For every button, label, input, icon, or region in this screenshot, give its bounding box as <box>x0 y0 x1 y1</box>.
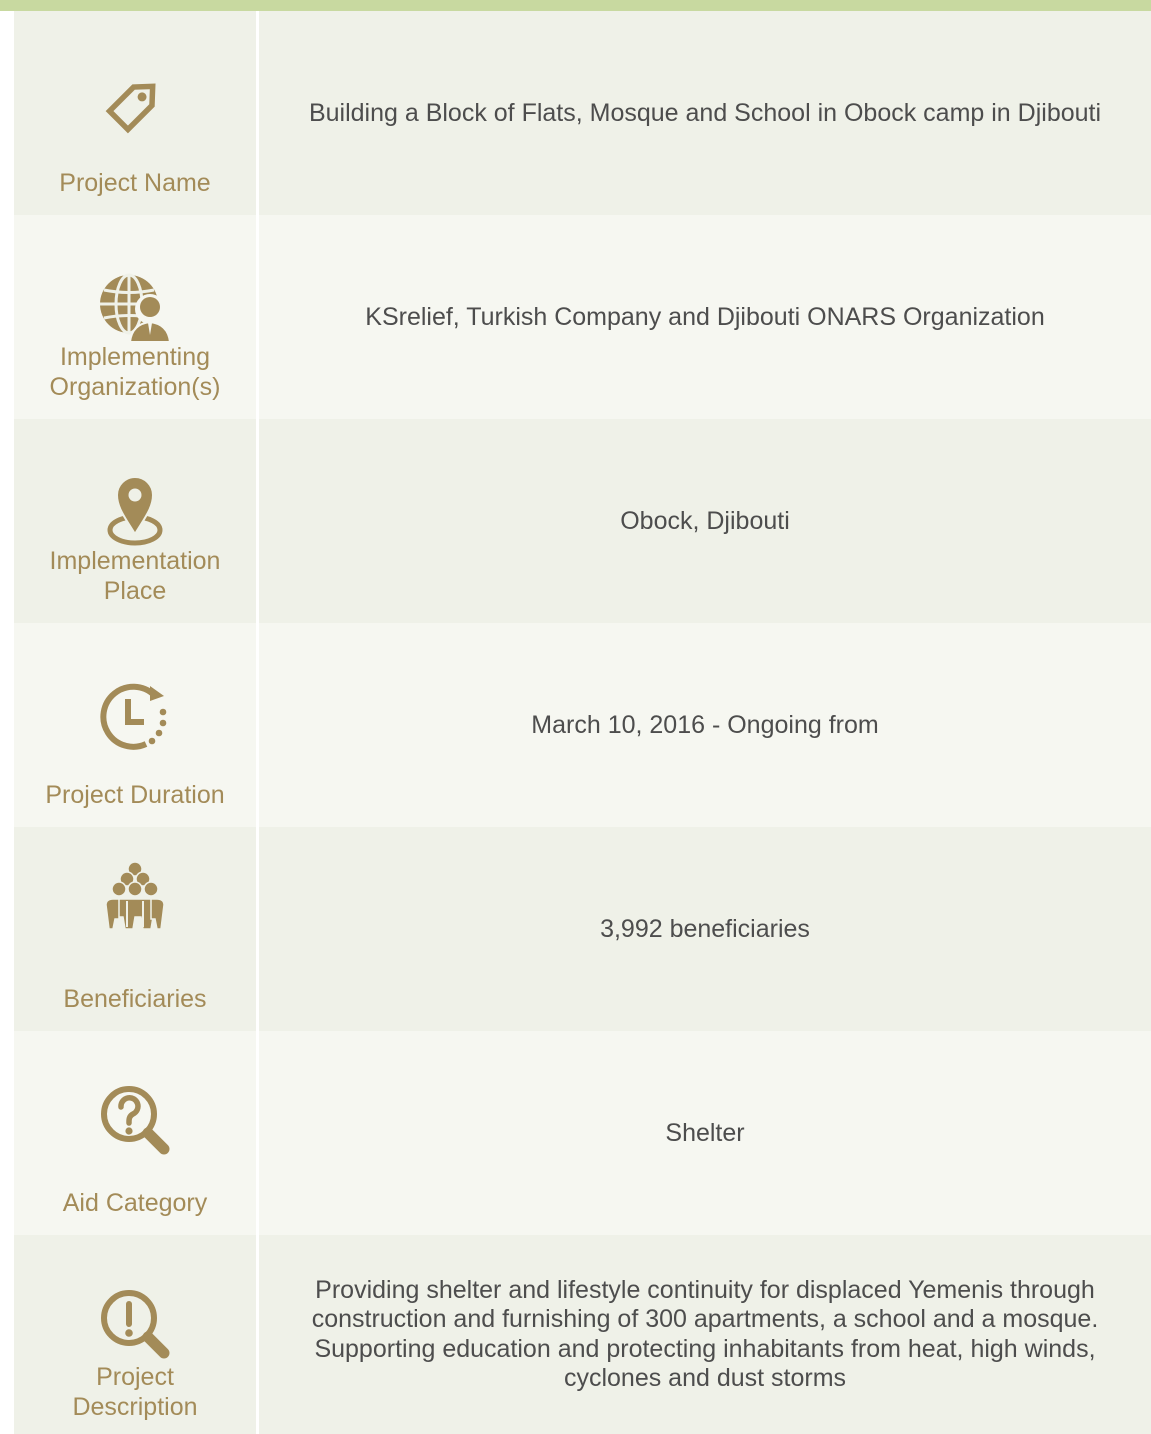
row-value: Building a Block of Flats, Mosque and Sc… <box>308 98 1102 127</box>
row-label: Project Duration <box>45 781 225 809</box>
row-value: KSrelief, Turkish Company and Djibouti O… <box>365 302 1045 331</box>
table-row-implementing-organizations: Implementing Organization(s) KSrelief, T… <box>14 215 1151 419</box>
row-label: Implementation Place <box>49 547 221 605</box>
top-accent-bar <box>0 0 1151 11</box>
label-cell: Project Description <box>14 1235 259 1434</box>
globe-person-icon <box>98 273 172 343</box>
row-value: Obock, Djibouti <box>620 506 790 535</box>
row-value: Shelter <box>665 1118 745 1147</box>
exclamation-magnifier-icon <box>98 1287 172 1361</box>
question-magnifier-icon <box>98 1083 172 1157</box>
map-pin-icon <box>105 473 165 547</box>
tag-icon <box>98 67 172 141</box>
row-label: Implementing Organization(s) <box>49 343 221 401</box>
label-cell: Implementing Organization(s) <box>14 215 259 419</box>
clock-icon <box>98 679 172 753</box>
table-row-project-duration: Project Duration March 10, 2016 - Ongoin… <box>14 623 1151 827</box>
label-cell: Beneficiaries <box>14 827 259 1031</box>
table-row-beneficiaries: Beneficiaries 3,992 beneficiaries <box>14 827 1151 1031</box>
label-cell: Aid Category <box>14 1031 259 1235</box>
table-row-project-name: Project Name Building a Block of Flats, … <box>14 11 1151 215</box>
table-row-project-description: Project Description Providing shelter an… <box>14 1235 1151 1434</box>
row-value: March 10, 2016 - Ongoing from <box>531 710 879 739</box>
table-row-implementation-place: Implementation Place Obock, Djibouti <box>14 419 1151 623</box>
row-label: Beneficiaries <box>63 985 207 1013</box>
row-label: Aid Category <box>62 1189 208 1217</box>
row-value: 3,992 beneficiaries <box>600 914 810 943</box>
label-cell: Project Name <box>14 11 259 215</box>
row-label: Project Name <box>59 169 211 197</box>
people-group-icon <box>105 861 165 933</box>
row-label: Project Description <box>72 1363 198 1421</box>
label-cell: Project Duration <box>14 623 259 827</box>
table-row-aid-category: Aid Category Shelter <box>14 1031 1151 1235</box>
label-cell: Implementation Place <box>14 419 259 623</box>
project-details-table: Project Name Building a Block of Flats, … <box>14 11 1151 1434</box>
row-value: Providing shelter and lifestyle continui… <box>311 1275 1099 1393</box>
